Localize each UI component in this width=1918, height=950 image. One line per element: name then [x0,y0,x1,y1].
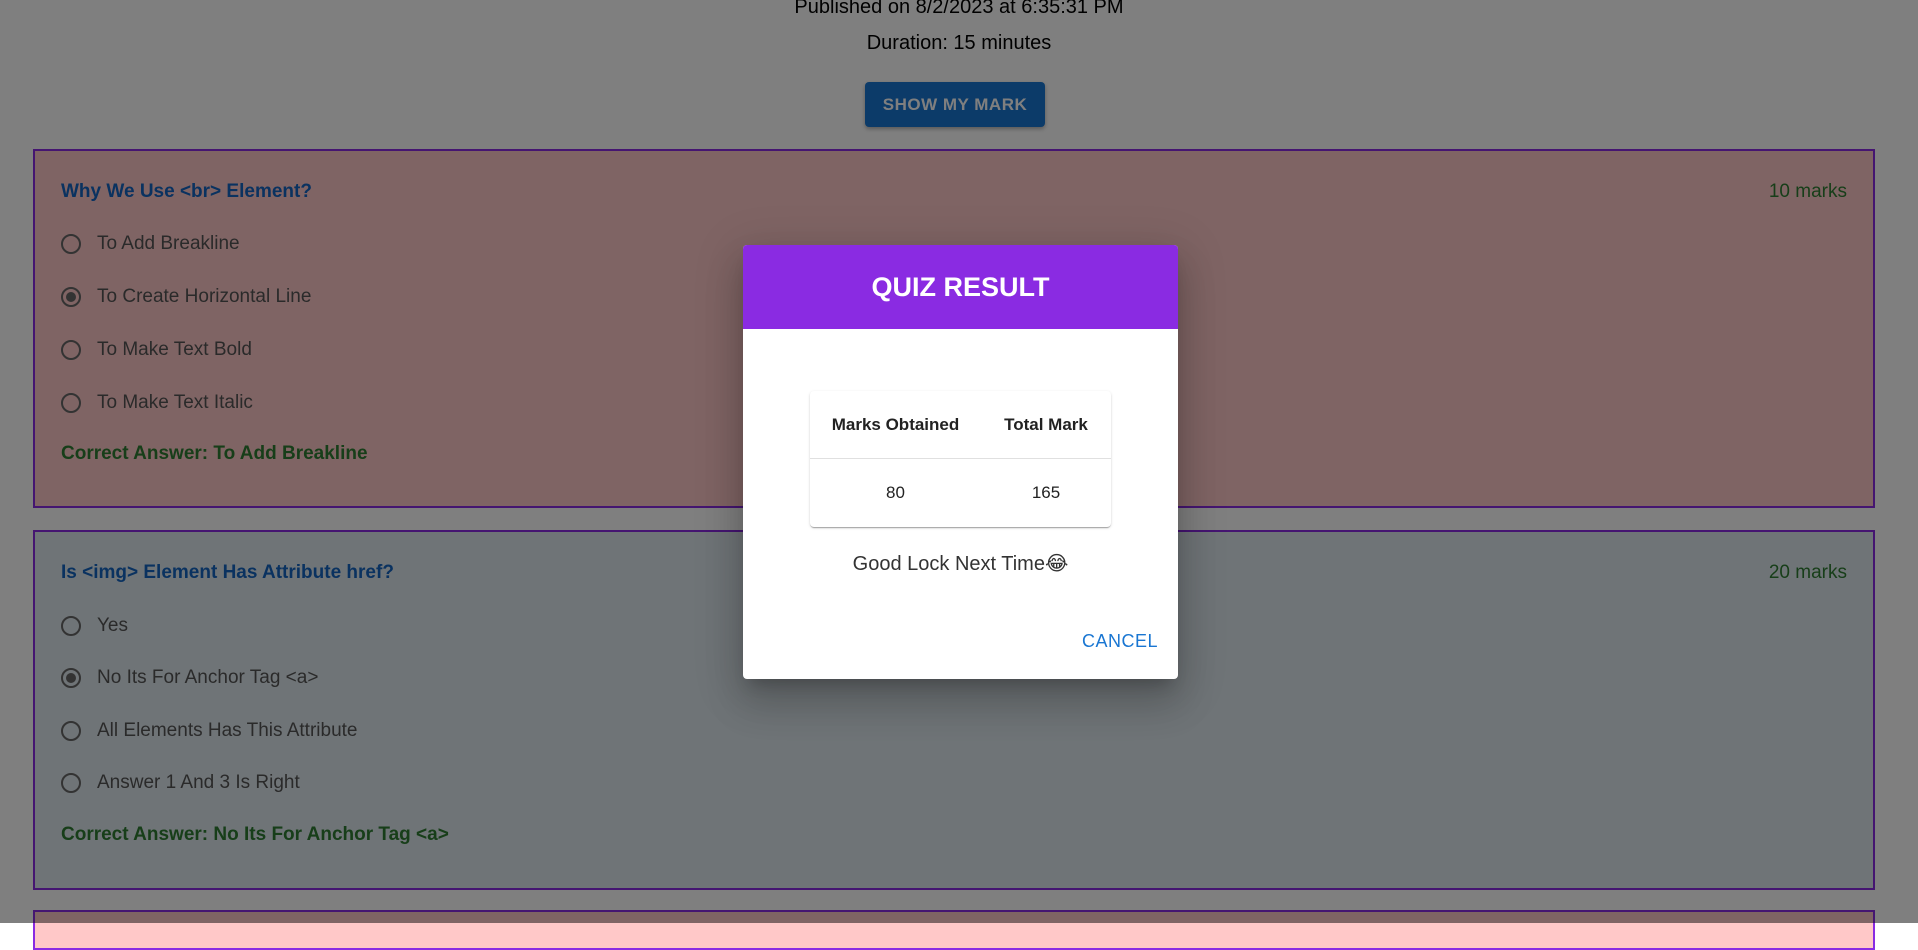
column-header-total-mark: Total Mark [1004,414,1088,434]
column-header-marks-obtained: Marks Obtained [831,414,960,434]
table-row: 80 165 [810,459,1111,526]
marks-obtained-value: 80 [886,482,905,502]
quiz-result-dialog: QUIZ RESULT Marks Obtained Total Mark 80… [743,245,1178,679]
total-mark-value: 165 [1031,482,1061,502]
dialog-title: QUIZ RESULT [743,245,1178,329]
result-table: Marks Obtained Total Mark 80 165 [810,391,1111,527]
cancel-button[interactable]: CANCEL [1082,631,1158,652]
result-message: Good Lock Next Time😂 [852,553,1069,575]
table-header-row: Marks Obtained Total Mark [810,391,1111,459]
